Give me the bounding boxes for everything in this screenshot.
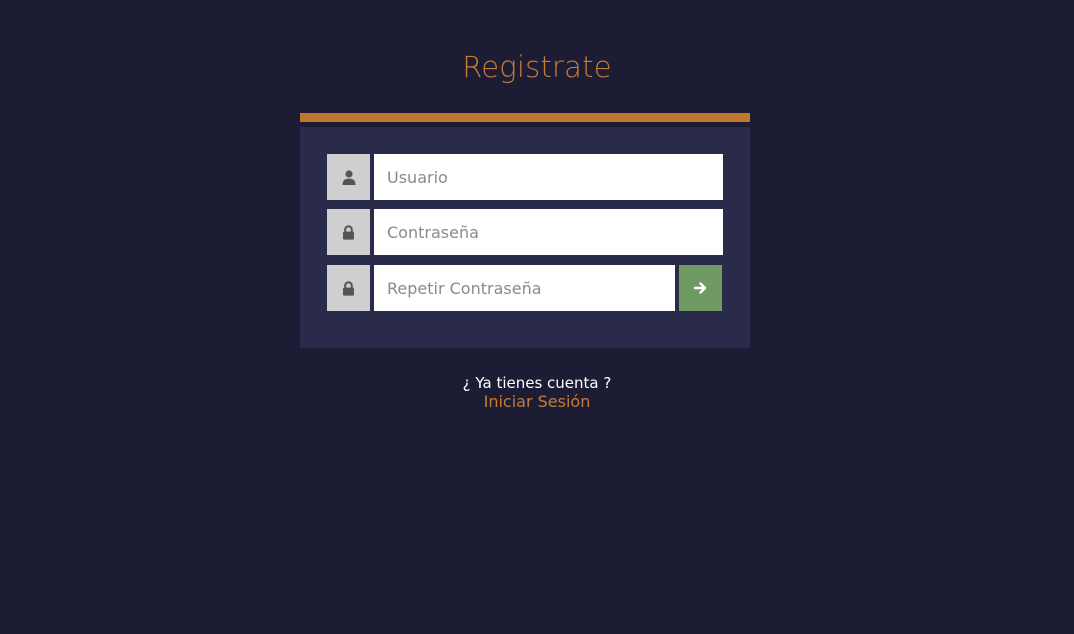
login-link-container: Iniciar Sesión [0, 392, 1074, 411]
page-title: Registrate [462, 50, 612, 84]
user-icon-box [327, 154, 370, 200]
user-icon [342, 169, 355, 185]
repeat-password-row [327, 265, 723, 311]
lock-icon [343, 224, 354, 240]
lock-icon-box [327, 265, 370, 311]
lock-icon-box [327, 209, 370, 255]
register-form-panel [300, 127, 750, 348]
submit-button[interactable] [679, 265, 722, 311]
login-link[interactable]: Iniciar Sesión [484, 392, 591, 411]
password-input[interactable] [374, 209, 723, 255]
lock-icon [343, 280, 354, 296]
login-prompt-text: ¿ Ya tienes cuenta ? [462, 374, 612, 392]
username-input[interactable] [374, 154, 723, 200]
accent-bar [300, 113, 750, 122]
username-row [327, 154, 723, 200]
arrow-right-icon [694, 282, 707, 294]
repeat-password-input[interactable] [374, 265, 675, 311]
password-row [327, 209, 723, 255]
